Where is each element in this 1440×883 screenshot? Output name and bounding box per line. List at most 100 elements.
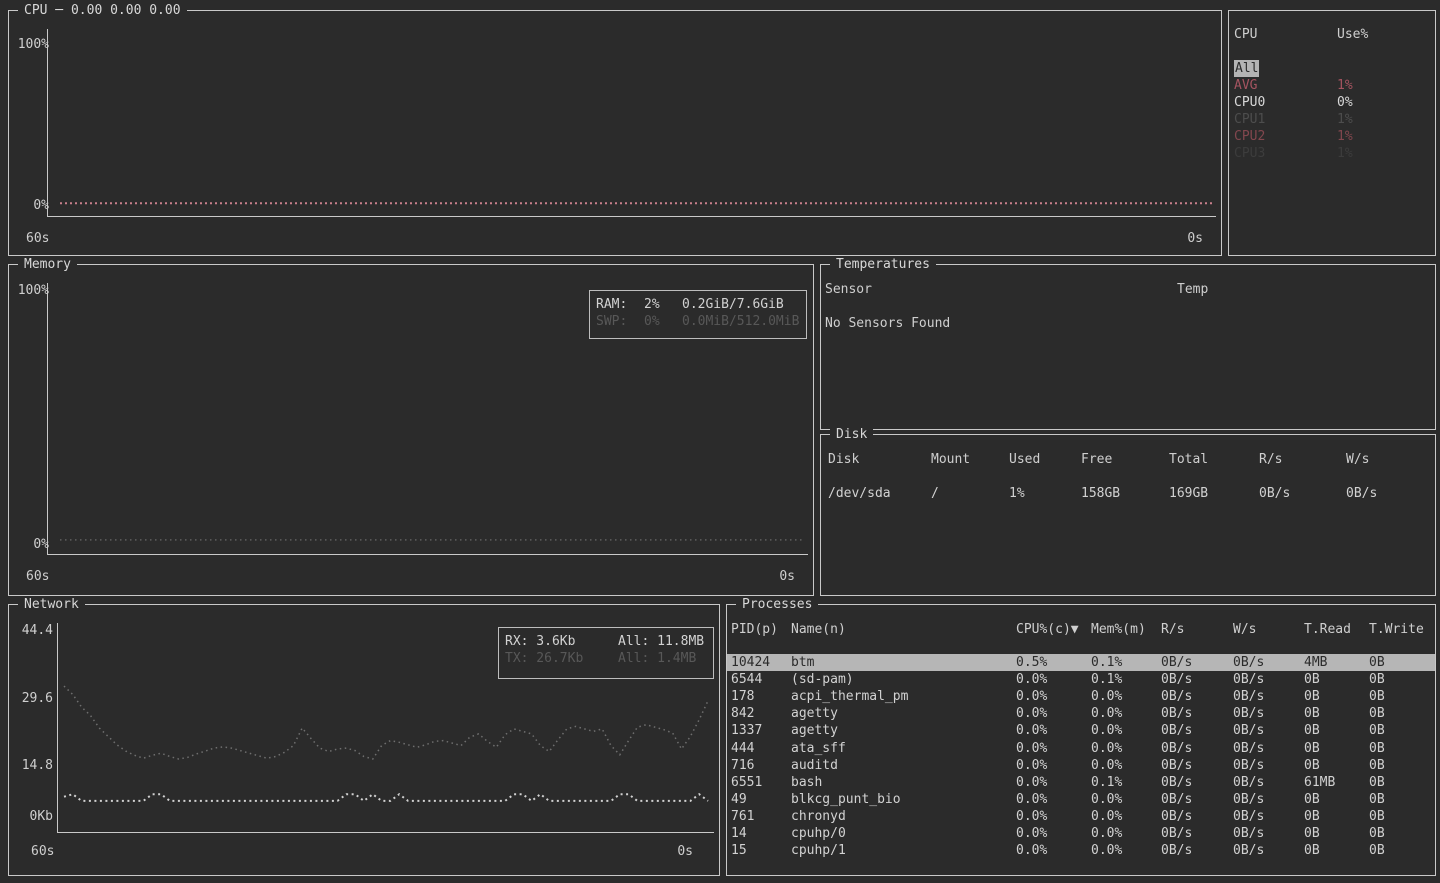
disk-col-header[interactable]: Disk	[828, 451, 931, 468]
cpu-legend-col-name: CPU	[1234, 26, 1337, 43]
cpu-legend-rows: AllAVG1%CPU00%CPU11%CPU21%CPU31%	[1229, 60, 1435, 162]
process-col-header[interactable]: R/s	[1161, 621, 1233, 638]
process-cell: 0.0%	[1091, 705, 1161, 722]
network-legend: RX: 3.6Kb All: 11.8MB TX: 26.7Kb All: 1.…	[498, 627, 714, 679]
cpu-legend-entry-name: CPU2	[1234, 128, 1337, 145]
cpu-ytick-100: 100%	[15, 36, 49, 53]
cpu-legend-entry-label: CPU0	[1234, 94, 1265, 111]
disk-col-header[interactable]: W/s	[1346, 451, 1435, 468]
process-row[interactable]: 14cpuhp/00.0%0.0%0B/s0B/s0B0B	[727, 825, 1435, 842]
network-ytick-0: 0Kb	[13, 808, 53, 825]
disk-col-header[interactable]: Used	[1009, 451, 1081, 468]
process-row[interactable]: 761chronyd0.0%0.0%0B/s0B/s0B0B	[727, 808, 1435, 825]
process-row[interactable]: 15cpuhp/10.0%0.0%0B/s0B/s0B0B	[727, 842, 1435, 859]
tx-legend-line: TX: 26.7Kb All: 1.4MB	[505, 650, 713, 667]
memory-panel: Memory 100% 0% 60s 0s RAM: 2% 0.2GiB/7.6…	[8, 264, 814, 596]
process-row[interactable]: 10424btm0.5%0.1%0B/s0B/s4MB0B	[727, 654, 1435, 671]
process-cell: 0.0%	[1016, 688, 1091, 705]
process-row[interactable]: 6551bash0.0%0.1%0B/s0B/s61MB0B	[727, 774, 1435, 791]
process-cell: 0B/s	[1161, 774, 1233, 791]
memory-xtick-0s: 0s	[779, 568, 795, 585]
disk-cell: 158GB	[1081, 485, 1169, 502]
disk-col-header[interactable]: Total	[1169, 451, 1259, 468]
disk-cell: /dev/sda	[828, 485, 931, 502]
cpu-panel-title: CPU ─ 0.00 0.00 0.00	[18, 2, 187, 19]
process-cell: 0B/s	[1233, 740, 1304, 757]
no-sensors-message: No Sensors Found	[825, 315, 950, 332]
swap-detail: 0.0MiB/512.0MiB	[682, 313, 806, 330]
process-cell: 0B/s	[1161, 757, 1233, 774]
cpu-legend-entry-label: CPU2	[1234, 128, 1265, 145]
process-row[interactable]: 842agetty0.0%0.0%0B/s0B/s0B0B	[727, 705, 1435, 722]
cpu-legend-entry-use: 1%	[1337, 145, 1435, 162]
process-cell: 0B/s	[1161, 705, 1233, 722]
cpu-legend-row[interactable]: CPU31%	[1229, 145, 1435, 162]
process-row[interactable]: 444ata_sff0.0%0.0%0B/s0B/s0B0B	[727, 739, 1435, 756]
disk-table-row[interactable]: /dev/sda/1%158GB169GB0B/s0B/s	[821, 485, 1435, 502]
tx-total: All: 1.4MB	[618, 650, 713, 667]
disk-col-header[interactable]: Free	[1081, 451, 1169, 468]
cpu-legend-row[interactable]: CPU00%	[1229, 94, 1435, 111]
process-cell: 0B/s	[1233, 808, 1304, 825]
process-col-header[interactable]: T.Write	[1369, 621, 1435, 638]
process-col-header[interactable]: Name(n)	[791, 621, 1016, 638]
process-cell: 0.0%	[1091, 740, 1161, 757]
process-col-header[interactable]: W/s	[1233, 621, 1304, 638]
cpu-ytick-0: 0%	[15, 197, 49, 214]
network-xtick-60s: 60s	[31, 843, 54, 860]
process-cell: 0.0%	[1091, 842, 1161, 859]
process-cell: 0.0%	[1091, 808, 1161, 825]
process-cell: cpuhp/1	[791, 842, 1016, 859]
process-cell: 0B/s	[1233, 705, 1304, 722]
swap-label: SWP:	[596, 313, 644, 330]
process-cell: 0.0%	[1091, 722, 1161, 739]
process-cell: 842	[731, 705, 791, 722]
process-row[interactable]: 1337agetty0.0%0.0%0B/s0B/s0B0B	[727, 722, 1435, 739]
process-col-header[interactable]: T.Read	[1304, 621, 1369, 638]
process-row[interactable]: 49blkcg_punt_bio0.0%0.0%0B/s0B/s0B0B	[727, 791, 1435, 808]
disk-col-header[interactable]: R/s	[1259, 451, 1346, 468]
process-row[interactable]: 6544(sd-pam)0.0%0.1%0B/s0B/s0B0B	[727, 671, 1435, 688]
process-cell: cpuhp/0	[791, 825, 1016, 842]
process-col-header-sorted[interactable]: CPU%(c)▼	[1016, 621, 1091, 638]
process-cell: 0B/s	[1161, 671, 1233, 688]
process-cell: 0B	[1369, 722, 1435, 739]
process-cell: 4MB	[1304, 654, 1369, 671]
rx-total: All: 11.8MB	[618, 633, 713, 650]
process-cell: 0.0%	[1016, 842, 1091, 859]
memory-panel-title: Memory	[18, 256, 77, 273]
process-row[interactable]: 178acpi_thermal_pm0.0%0.0%0B/s0B/s0B0B	[727, 688, 1435, 705]
process-cell: 0B/s	[1161, 808, 1233, 825]
process-cell: 15	[731, 842, 791, 859]
process-cell: 0.0%	[1016, 740, 1091, 757]
cpu-legend-row[interactable]: All	[1229, 60, 1435, 77]
process-cell: 0B/s	[1233, 688, 1304, 705]
process-cell: 0.0%	[1016, 791, 1091, 808]
process-cell: chronyd	[791, 808, 1016, 825]
cpu-legend-row[interactable]: CPU11%	[1229, 111, 1435, 128]
process-cell: 0B	[1304, 757, 1369, 774]
process-col-header[interactable]: Mem%(m)	[1091, 621, 1161, 638]
ram-detail: 0.2GiB/7.6GiB	[682, 296, 806, 313]
cpu-legend-entry-name: CPU0	[1234, 94, 1337, 111]
process-row[interactable]: 716auditd0.0%0.0%0B/s0B/s0B0B	[727, 757, 1435, 774]
cpu-legend-panel: CPU Use% AllAVG1%CPU00%CPU11%CPU21%CPU31…	[1228, 10, 1436, 256]
process-cell: acpi_thermal_pm	[791, 688, 1016, 705]
process-col-header[interactable]: PID(p)	[731, 621, 791, 638]
process-cell: 0.0%	[1016, 825, 1091, 842]
temperatures-panel: Temperatures Sensor Temp No Sensors Foun…	[820, 264, 1436, 430]
process-cell: 0.0%	[1016, 705, 1091, 722]
process-cell: 1337	[731, 722, 791, 739]
process-cell: 0B	[1369, 842, 1435, 859]
disk-col-header[interactable]: Mount	[931, 451, 1009, 468]
process-cell: 0B	[1369, 791, 1435, 808]
process-cell: 6551	[731, 774, 791, 791]
disk-cell: /	[931, 485, 1009, 502]
process-cell: 0B	[1369, 774, 1435, 791]
ram-percent: 2%	[644, 296, 682, 313]
process-cell: 0B	[1369, 740, 1435, 757]
process-cell: 0.0%	[1091, 825, 1161, 842]
cpu-legend-row[interactable]: AVG1%	[1229, 77, 1435, 94]
cpu-legend-row[interactable]: CPU21%	[1229, 128, 1435, 145]
cpu-usage-chart	[47, 29, 1216, 217]
